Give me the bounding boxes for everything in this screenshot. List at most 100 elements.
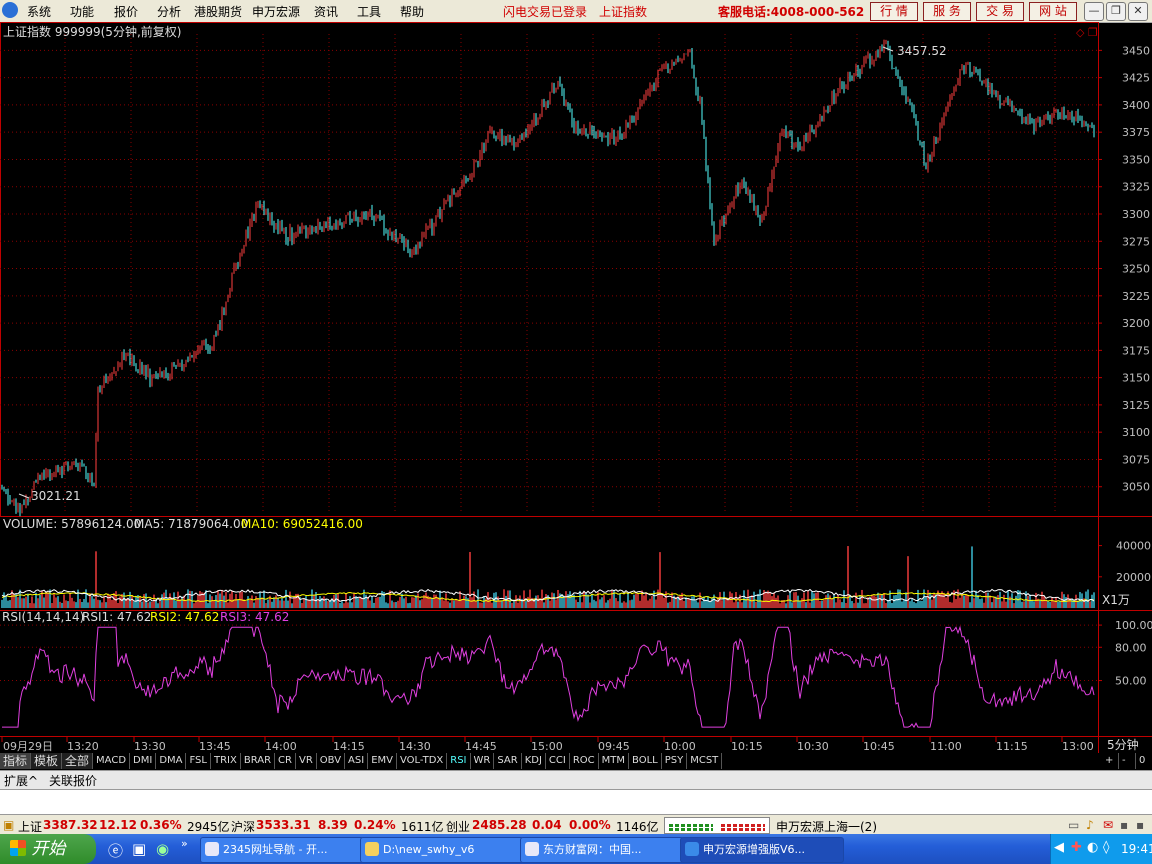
indicator-tab-roc[interactable]: ROC [570,753,599,769]
app-logo-icon[interactable] [2,2,18,18]
volume-ma5-label: MA5: 71879064.00 [134,517,248,531]
task-eastmoney[interactable]: 东方财富网：中国... [520,837,684,863]
hs-change: 8.39 [318,818,348,832]
indicator-tab-mtm[interactable]: MTM [599,753,630,769]
panel-icon[interactable]: ▭ [1068,818,1079,832]
indicator-tab-vr[interactable]: VR [296,753,317,769]
indicator-tab-trix[interactable]: TRIX [211,753,241,769]
volume-tick-label: 40000 [1116,540,1151,553]
indicator-control-0[interactable]: + [1102,753,1119,769]
signal-icon[interactable]: ✉ [1103,818,1113,832]
sh-name[interactable]: 上证 [18,818,42,835]
rsi-tick-label: 80.00 [1115,641,1147,654]
time-tick-label: 14:15 [333,740,365,753]
time-tick-label: 10:30 [797,740,829,753]
indicator-tab-mcst[interactable]: MCST [687,753,723,769]
low-label: 3021.21 [31,489,81,503]
bell-icon[interactable]: ♪ [1086,818,1094,832]
indicator-tab-asi[interactable]: ASI [345,753,369,769]
close-icon[interactable]: ✕ [1128,2,1148,21]
indicator-tab-模板[interactable]: 模板 [31,753,63,769]
task-2345[interactable]: 2345网址导航 - 开... [200,837,364,863]
flash-trade-status[interactable]: 闪电交易已登录 [503,3,587,20]
menu-analysis[interactable]: 分析 [157,3,181,20]
task-swhy[interactable]: 申万宏源增强版V6... [680,837,844,863]
indicator-tab-cci[interactable]: CCI [546,753,570,769]
restore-icon[interactable]: ❐ [1106,2,1126,21]
indicator-tab-dma[interactable]: DMA [156,753,187,769]
system-tray: ◀ ✚ ◐ ◊ 19:41 [1050,834,1152,864]
indicator-tab-boll[interactable]: BOLL [629,753,662,769]
tray-shield-icon[interactable]: ◊ [1103,840,1109,855]
browser-icon[interactable]: ◉ [156,840,169,858]
rsi-label: RSI(14,14,14) [2,610,84,624]
indicator-tab-kdj[interactable]: KDJ [522,753,546,769]
market-breadth-indicator [664,817,770,834]
indicator-tab-wr[interactable]: WR [471,753,495,769]
price-tick-label: 3325 [1122,181,1150,194]
quote-blank-area [0,789,1152,815]
price-tick-label: 3125 [1122,399,1150,412]
tab-trade[interactable]: 交 易 [976,2,1024,21]
menu-function[interactable]: 功能 [70,3,94,20]
start-button[interactable]: 开始 [0,834,96,864]
menu-help[interactable]: 帮助 [400,3,424,20]
price-tick-label: 3400 [1122,99,1150,112]
menu-quotes[interactable]: 报价 [114,3,138,20]
indicator-tab-rsi[interactable]: RSI [447,753,471,769]
indicator-tab-指标[interactable]: 指标 [0,753,32,769]
high-label: 3457.52 [897,44,947,58]
chart-window-icon[interactable]: ❐ [1088,26,1098,39]
period-label[interactable]: 5分钟 [1107,737,1139,752]
indicator-tab-emv[interactable]: EMV [368,753,397,769]
hs-value: 3533.31 [256,818,311,832]
indicator-tab-bar: 指标 模板 全部 MACD DMI DMA FSL TRIX BRAR CR VR OBV ASI EMV… [0,753,1152,770]
indicator-control-2[interactable]: 0 [1136,753,1152,769]
indicator-tab-全部[interactable]: 全部 [62,753,94,769]
task-folder[interactable]: D:\new_swhy_v6 [360,837,524,863]
price-tick-label: 3225 [1122,290,1150,303]
menu-swhy[interactable]: 申万宏源 [252,3,300,20]
indicator-tab-fsl[interactable]: FSL [186,753,211,769]
tab-website[interactable]: 网 站 [1029,2,1077,21]
rsi-line [2,625,1095,729]
index-link[interactable]: 上证指数 [599,3,647,20]
desktop-icon[interactable]: ▣ [132,840,146,858]
indicator-tab-sar[interactable]: SAR [494,753,522,769]
lock-icon[interactable]: ▪ [1120,818,1128,832]
broker-server[interactable]: 申万宏源上海一(2) [776,818,877,835]
indicator-tab-brar[interactable]: BRAR [241,753,276,769]
indicator-control-1[interactable]: - [1119,753,1136,769]
cy-name[interactable]: 创业 [446,818,470,835]
indicator-tab-obv[interactable]: OBV [317,753,346,769]
quicklaunch-more-icon[interactable]: » [181,837,188,850]
settings-icon[interactable]: ▪ [1136,818,1144,832]
indicator-tab-vol-tdx[interactable]: VOL-TDX [397,753,448,769]
tab-service[interactable]: 服 务 [923,2,971,21]
price-tick-label: 3425 [1122,72,1150,85]
indicator-tab-macd[interactable]: MACD [93,753,131,769]
indicator-tab-cr[interactable]: CR [275,753,296,769]
chart-title: 上证指数 999999(5分钟,前复权) [3,24,181,39]
expand-button[interactable]: 扩展^ [4,772,38,789]
rsi-polyline [2,625,1095,729]
menu-system[interactable]: 系统 [27,3,51,20]
menu-tools[interactable]: 工具 [357,3,381,20]
sh-value: 3387.32 [43,818,98,832]
tray-arrow-icon[interactable]: ◀ [1054,840,1064,855]
tray-flag-icon[interactable]: ✚ [1071,840,1082,855]
menu-hk-futures[interactable]: 港股期货 [194,3,242,20]
kline-chart[interactable]: 3450 3425 3400 3375 3350 3325 3300 3275 3250 3225… [0,22,1152,753]
cy-amount: 1146亿 [616,820,659,834]
tab-quotes[interactable]: 行 情 [870,2,918,21]
hs-name[interactable]: 沪深 [231,818,255,835]
menu-news[interactable]: 资讯 [314,3,338,20]
related-quotes-button[interactable]: 关联报价 [49,772,97,789]
indicator-tab-psy[interactable]: PSY [662,753,688,769]
chart-diamond-icon[interactable]: ◇ [1076,26,1085,39]
ie-icon[interactable]: ⓔ [108,840,123,861]
indicator-tab-dmi[interactable]: DMI [130,753,157,769]
tray-volume-icon[interactable]: ◐ [1087,840,1098,855]
price-tick-label: 3050 [1122,481,1150,494]
minimize-icon[interactable]: — [1084,2,1104,21]
